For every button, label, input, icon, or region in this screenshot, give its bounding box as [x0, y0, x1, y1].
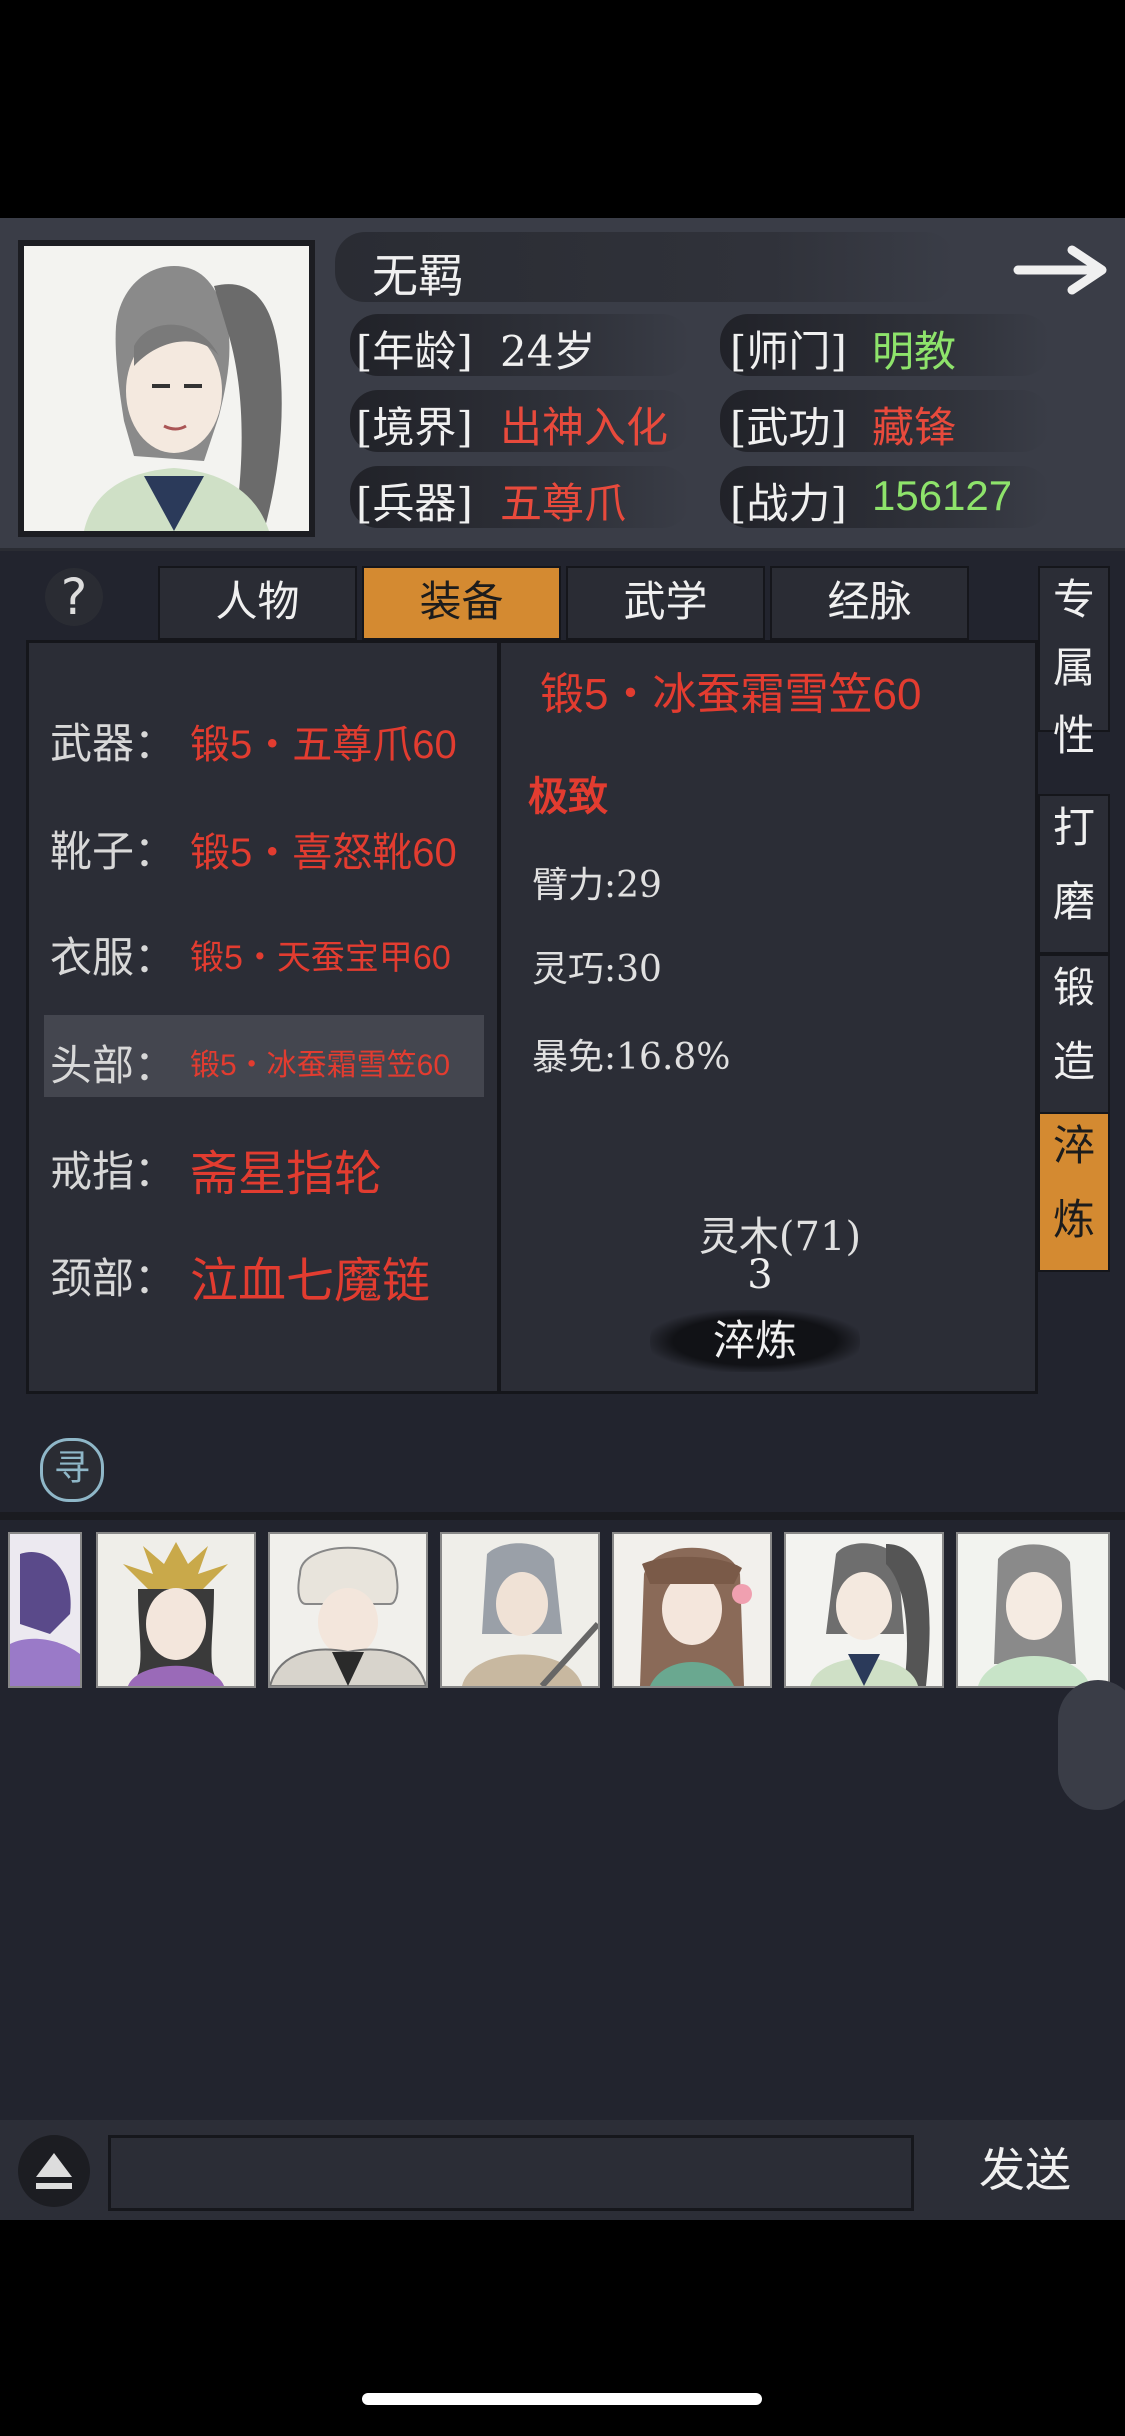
roster-hero[interactable] — [612, 1532, 772, 1688]
slot-item-head[interactable]: 锻5・冰蚕霜雪笠60 — [190, 1040, 450, 1084]
slot-label-boots: 靴子： — [50, 828, 177, 875]
item-grade: 极致 — [528, 773, 608, 820]
age-label: [年龄] — [356, 327, 473, 376]
weapon-value: 五尊爪 — [500, 479, 627, 528]
slot-label-head: 头部： — [50, 1042, 177, 1089]
roster-hero[interactable] — [440, 1532, 600, 1688]
eject-icon[interactable] — [18, 2135, 90, 2207]
roster-divider — [0, 1512, 1125, 1520]
slot-label-weapon: 武器： — [50, 720, 177, 767]
next-arrow-icon[interactable] — [1010, 240, 1115, 300]
slot-label-clothes: 衣服： — [50, 934, 177, 981]
portrait-art-icon — [24, 246, 309, 531]
power-label: [战力] — [730, 479, 847, 528]
sect-label: [师门] — [730, 327, 847, 376]
side-tab-char: 炼 — [1052, 1195, 1095, 1244]
item-stat-agility: 灵巧:30 — [532, 949, 662, 990]
side-tab-char: 磨 — [1052, 877, 1095, 926]
seek-icon[interactable]: 寻 — [40, 1438, 104, 1502]
tab-character[interactable]: 人物 — [158, 566, 357, 640]
roster-hero[interactable] — [784, 1532, 944, 1688]
realm-value: 出神入化 — [500, 403, 669, 452]
item-title: 锻5・冰蚕霜雪笠60 — [540, 670, 922, 719]
tab-equipment[interactable]: 装备 — [362, 566, 561, 640]
hero-portrait-icon — [442, 1534, 598, 1686]
roster-hero[interactable] — [268, 1532, 428, 1688]
send-button[interactable]: 发送 — [940, 2130, 1110, 2210]
martial-value: 藏锋 — [872, 403, 957, 452]
floating-side-button[interactable] — [1058, 1680, 1125, 1810]
slot-item-clothes[interactable]: 锻5・天蚕宝甲60 — [190, 930, 451, 979]
side-tab-polish[interactable]: 打 磨 — [1038, 794, 1110, 954]
slot-label-ring: 戒指： — [50, 1148, 177, 1195]
realm-label: [境界] — [356, 403, 473, 452]
side-tab-exclusive-attr[interactable]: 专 属 性 — [1038, 566, 1110, 758]
side-tab-char: 造 — [1052, 1037, 1095, 1086]
side-tab-char: 锻 — [1052, 963, 1095, 1012]
side-tab-forge[interactable]: 锻 造 — [1038, 954, 1110, 1114]
roster-hero[interactable] — [96, 1532, 256, 1688]
hero-portrait-icon — [270, 1534, 426, 1686]
slot-item-boots[interactable]: 锻5・喜怒靴60 — [190, 820, 457, 878]
slot-label-neck: 颈部： — [50, 1255, 177, 1302]
sect-value: 明教 — [872, 327, 957, 376]
chat-input[interactable] — [108, 2135, 914, 2211]
martial-label: [武功] — [730, 403, 847, 452]
item-stat-crit-resist: 暴免:16.8% — [532, 1037, 731, 1078]
tab-martial-arts[interactable]: 武学 — [566, 566, 765, 640]
material-count: 3 — [747, 1252, 773, 1298]
status-bar-area — [0, 0, 1125, 218]
refine-button[interactable]: 淬炼 — [650, 1310, 860, 1372]
side-tab-char: 属 — [1052, 643, 1095, 692]
character-portrait — [18, 240, 315, 537]
side-tab-char: 性 — [1052, 711, 1095, 760]
age-value: 24岁 — [500, 327, 596, 376]
roster-hero[interactable] — [956, 1532, 1110, 1688]
home-indicator — [362, 2393, 762, 2405]
side-tab-char: 打 — [1052, 803, 1095, 852]
side-tab-char: 专 — [1052, 575, 1095, 624]
tab-meridians[interactable]: 经脉 — [770, 566, 969, 640]
help-icon[interactable]: ? — [45, 568, 103, 626]
side-tab-char: 淬 — [1052, 1121, 1095, 1170]
side-tab-temper[interactable]: 淬 炼 — [1038, 1112, 1110, 1272]
weapon-label: [兵器] — [356, 479, 473, 528]
hero-portrait-icon — [614, 1534, 770, 1686]
hero-portrait-icon — [10, 1534, 80, 1686]
item-stat-strength: 臂力:29 — [532, 865, 662, 906]
character-name: 无羁 — [372, 249, 464, 303]
roster-hero[interactable] — [8, 1532, 82, 1688]
slot-item-neck[interactable]: 泣血七魔链 — [190, 1241, 430, 1311]
slot-item-ring[interactable]: 斋星指轮 — [190, 1134, 382, 1204]
power-value: 156127 — [872, 472, 1013, 519]
hero-portrait-icon — [786, 1534, 942, 1686]
slot-item-weapon[interactable]: 锻5・五尊爪60 — [190, 712, 457, 770]
hero-portrait-icon — [98, 1534, 254, 1686]
hero-portrait-icon — [958, 1534, 1108, 1686]
